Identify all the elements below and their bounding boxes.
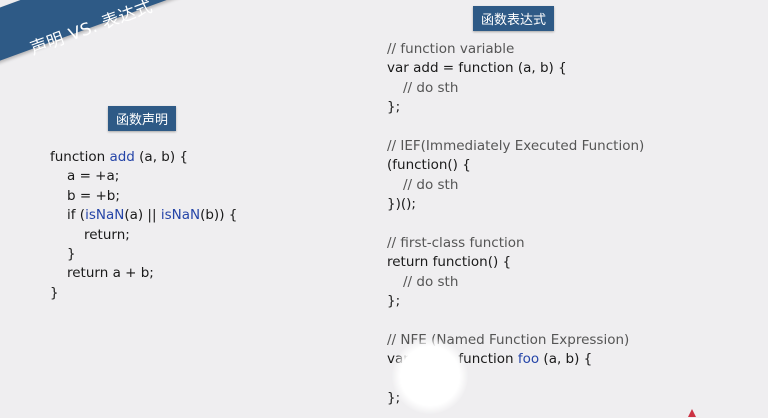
code-line: })(); [387,195,644,214]
code-function-name: add [109,149,135,165]
code-line: // IEF(Immediately Executed Function) [387,137,644,156]
code-comment: // first-class function [387,235,525,252]
code-text: return function() { [387,254,512,271]
code-text: function [50,149,110,165]
code-text: (a) || [124,207,161,224]
code-text: }; [387,293,401,310]
code-line: }; [387,98,644,117]
code-line: b = +b; [50,187,237,206]
code-line: } [50,245,237,264]
code-text: (b)) { [200,207,238,224]
code-line: return; [50,226,237,245]
code-comment: // do sth [403,79,459,96]
code-line: // first-class function [387,234,644,253]
code-text: (a, b) { [539,351,593,368]
code-line: // function variable [387,40,644,59]
code-line: }; [387,292,644,311]
pointer-icon [688,409,696,417]
code-line: // do sth [387,79,644,98]
code-comment: // do sth [403,273,459,290]
code-line: return function() { [387,253,644,272]
code-text: a = +a; [67,168,120,185]
code-line: if (isNaN(a) || isNaN(b)) { [50,206,237,225]
code-function-name: isNaN [160,207,201,224]
code-line: (function() { [387,156,644,175]
code-line: a = +a; [50,167,237,186]
code-text: b = +b; [67,187,120,204]
code-line: // do sth [387,273,644,292]
code-function-name: isNaN [85,207,125,224]
code-text: return; [84,226,130,243]
code-text: })(); [387,196,416,213]
expression-label: 函数表达式 [473,6,555,31]
code-comment: // IEF(Immediately Executed Function) [387,138,645,155]
cursor-spotlight [392,338,468,414]
code-text: return a + b; [67,265,154,282]
code-line: function add (a, b) { [50,148,237,167]
code-line: var add = function (a, b) { [387,59,644,78]
code-text: }; [387,99,401,116]
code-text: if ( [67,207,86,224]
declaration-code-block: function add (a, b) {a = +a; b = +b; if (i… [50,148,237,303]
code-text: } [50,284,59,301]
code-text: (function() { [387,157,471,174]
code-text: var add = function (a, b) { [387,60,567,77]
code-text: } [67,246,76,263]
code-line: // do sth [387,176,644,195]
code-comment: // do sth [403,176,459,193]
code-text: (a, b) { [134,149,189,165]
code-function-name: foo [517,351,540,368]
code-line: return a + b; [50,264,237,283]
declaration-label: 函数声明 [108,106,177,131]
code-comment: // function variable [387,41,515,57]
code-line: } [50,284,237,303]
